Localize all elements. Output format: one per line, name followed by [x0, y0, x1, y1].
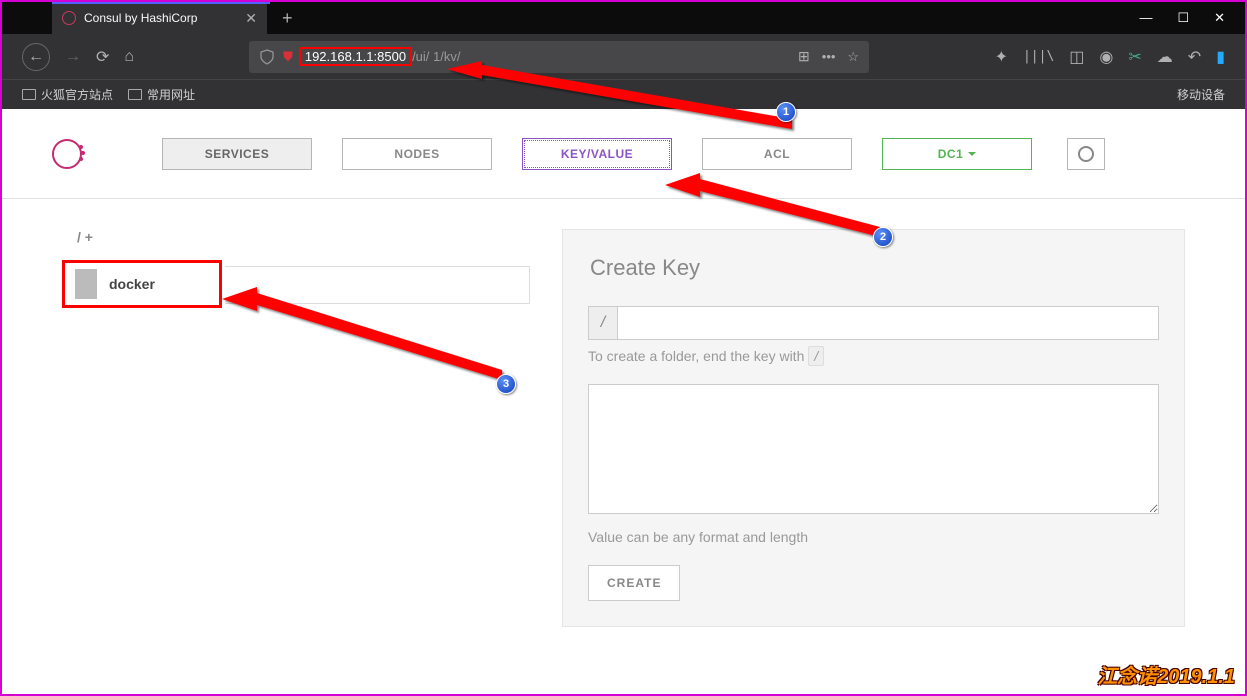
- kv-breadcrumb[interactable]: / +: [77, 229, 532, 245]
- window-controls: — ☐ ✕: [1139, 10, 1245, 26]
- browser-toolbar: ← → ⟳ ⌂ ⛊ 192.168.1.1:8500/ui/ 1/kv/ ⊞ •…: [2, 34, 1245, 79]
- tab-keyvalue[interactable]: KEY/VALUE: [522, 138, 672, 170]
- sidebar-icon[interactable]: ◫: [1069, 47, 1084, 67]
- tab-nodes[interactable]: NODES: [342, 138, 492, 170]
- key-prefix-label: /: [588, 306, 618, 340]
- undo-icon[interactable]: ↶: [1188, 47, 1201, 67]
- key-name-input[interactable]: [618, 306, 1159, 340]
- account-icon[interactable]: ◉: [1099, 47, 1113, 67]
- tab-title: Consul by HashiCorp: [84, 11, 197, 25]
- home-button[interactable]: ⌂: [124, 48, 134, 66]
- crop-icon[interactable]: ✂: [1128, 47, 1141, 67]
- key-hint: To create a folder, end the key with /: [588, 348, 1159, 364]
- url-host: 192.168.1.1:8500: [299, 47, 412, 66]
- tab-acl[interactable]: ACL: [702, 138, 852, 170]
- kv-item-row-extension: [225, 266, 530, 304]
- panel-title: Create Key: [588, 255, 1159, 281]
- mobile-devices-link[interactable]: 移动设备: [1177, 86, 1225, 103]
- extension-icon[interactable]: ✦: [995, 47, 1008, 67]
- main-content: / + docker Create Key / To create a fold…: [2, 199, 1245, 657]
- insecure-icon: ⛊: [283, 49, 293, 65]
- shield-icon: [259, 49, 275, 65]
- bookmark-common[interactable]: 常用网址: [128, 86, 195, 103]
- minimize-icon[interactable]: —: [1139, 10, 1152, 26]
- library-icon[interactable]: |||\: [1023, 49, 1054, 64]
- qr-icon[interactable]: ⊞: [798, 48, 810, 65]
- more-icon[interactable]: ▮: [1216, 47, 1225, 67]
- maximize-icon[interactable]: ☐: [1177, 10, 1189, 26]
- url-path: /ui/ 1/kv/: [412, 49, 460, 64]
- create-key-panel: Create Key / To create a folder, end the…: [562, 229, 1185, 627]
- create-button[interactable]: CREATE: [588, 565, 680, 601]
- browser-tab-strip: Consul by HashiCorp ✕ + — ☐ ✕: [2, 2, 1245, 34]
- bookmark-firefox[interactable]: 火狐官方站点: [22, 86, 113, 103]
- folder-icon: [22, 89, 36, 100]
- folder-icon: [75, 269, 97, 299]
- value-hint: Value can be any format and length: [588, 529, 1159, 545]
- kv-tree-panel: / + docker: [62, 229, 532, 627]
- cloud-icon[interactable]: ☁: [1157, 47, 1173, 67]
- consul-nav: SERVICES NODES KEY/VALUE ACL DC1: [2, 109, 1245, 199]
- datacenter-selector[interactable]: DC1: [882, 138, 1032, 170]
- back-button[interactable]: ←: [22, 43, 50, 71]
- address-bar[interactable]: ⛊ 192.168.1.1:8500/ui/ 1/kv/ ⊞ ••• ☆: [249, 41, 869, 73]
- new-tab-button[interactable]: +: [282, 8, 293, 29]
- browser-tab[interactable]: Consul by HashiCorp ✕: [52, 2, 267, 34]
- consul-logo-icon: [52, 139, 82, 169]
- consul-favicon: [62, 11, 76, 25]
- watermark: 江念诺2019.1.1: [1097, 660, 1235, 689]
- close-tab-icon[interactable]: ✕: [245, 10, 257, 27]
- tab-services[interactable]: SERVICES: [162, 138, 312, 170]
- forward-button[interactable]: →: [65, 48, 81, 66]
- bookmark-star-icon[interactable]: ☆: [847, 49, 859, 65]
- value-textarea[interactable]: [588, 384, 1159, 514]
- kv-item-label: docker: [109, 276, 155, 292]
- page-actions-icon[interactable]: •••: [822, 49, 836, 64]
- settings-button[interactable]: [1067, 138, 1105, 170]
- gear-icon: [1078, 146, 1094, 162]
- folder-icon: [128, 89, 142, 100]
- reload-button[interactable]: ⟳: [96, 47, 109, 67]
- kv-item-docker[interactable]: docker: [62, 260, 222, 308]
- close-window-icon[interactable]: ✕: [1214, 10, 1225, 26]
- bookmarks-bar: 火狐官方站点 常用网址 移动设备: [2, 79, 1245, 109]
